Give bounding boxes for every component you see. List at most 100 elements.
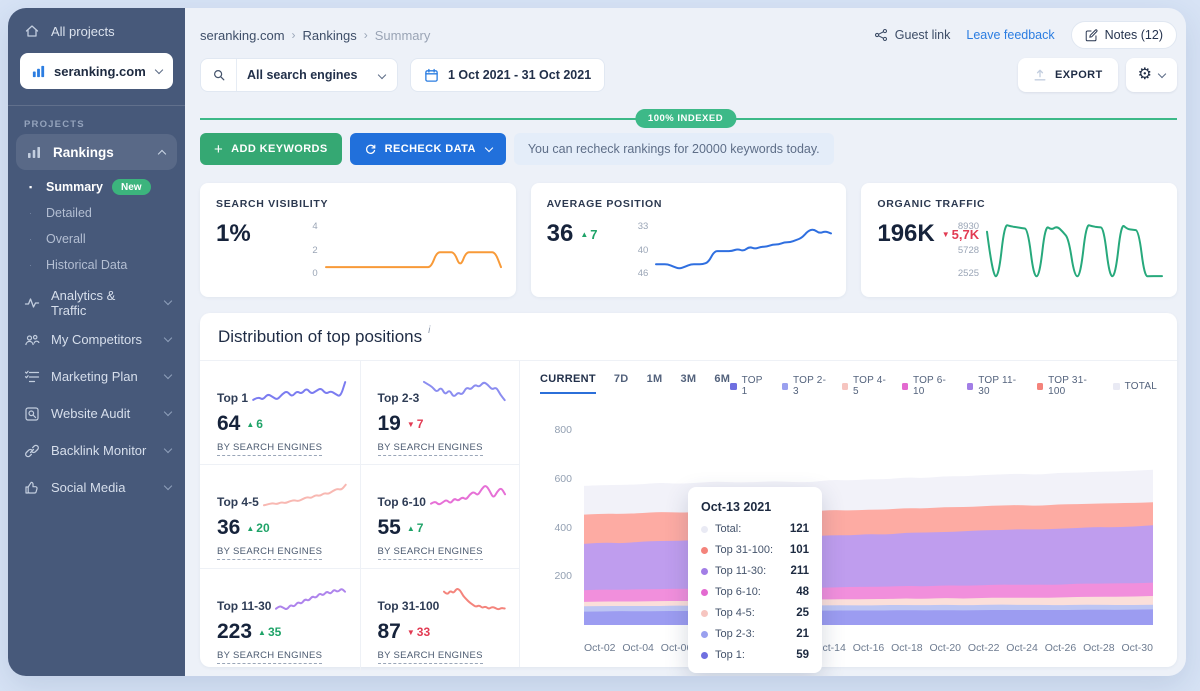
cell-header: Top 4-5 <box>217 478 347 512</box>
app-window: All projects seranking.com PROJECTS Rank… <box>8 8 1186 676</box>
card-title: ORGANIC TRAFFIC <box>877 198 1161 210</box>
card-title: AVERAGE POSITION <box>547 198 831 210</box>
info-icon[interactable]: i <box>428 325 430 336</box>
up-arrow-icon: ▲ <box>580 230 588 239</box>
export-button[interactable]: EXPORT <box>1018 58 1118 92</box>
legend-item[interactable]: TOP 4-5 <box>842 375 889 397</box>
delta-value: 35 <box>268 625 281 639</box>
axis-tick-label: 46 <box>638 268 649 279</box>
tab-3m[interactable]: 3M <box>680 373 696 394</box>
legend-swatch <box>1113 383 1120 390</box>
thumbs-up-icon <box>24 480 40 496</box>
leave-feedback-link[interactable]: Leave feedback <box>966 28 1054 42</box>
legend-item[interactable]: TOP 11-30 <box>967 375 1024 397</box>
by-search-engines-link[interactable]: BY SEARCH ENGINES <box>378 650 483 664</box>
x-axis-labels: Oct-02Oct-04Oct-06Oct-08Oct-10Oct-12Oct-… <box>584 642 1153 654</box>
search-button[interactable] <box>201 59 237 91</box>
chevron-down-icon <box>164 371 172 379</box>
legend-item[interactable]: TOP 31-100 <box>1037 375 1100 397</box>
sidebar-item-analytics-traffic[interactable]: Analytics & Traffic <box>8 284 185 321</box>
backlink-icon <box>24 443 40 459</box>
by-search-engines-link[interactable]: BY SEARCH ENGINES <box>378 546 483 560</box>
legend-label: TOP 6-10 <box>913 375 954 397</box>
tooltip-value: 48 <box>796 586 809 598</box>
tooltip-row: Top 4-5:25 <box>701 607 809 619</box>
bullet-icon: · <box>29 260 46 270</box>
guest-link-button[interactable]: Guest link <box>874 28 951 42</box>
tooltip-label: Top 4-5: <box>715 607 796 619</box>
chart-tooltip: Oct-13 2021 Total:121Top 31-100:101Top 1… <box>688 487 822 673</box>
up-arrow-icon: ▲ <box>246 420 254 429</box>
add-keywords-button[interactable]: + ADD KEYWORDS <box>200 133 342 165</box>
sidebar-item-website-audit[interactable]: Website Audit <box>8 395 185 432</box>
by-search-engines-link[interactable]: BY SEARCH ENGINES <box>217 442 322 456</box>
sidebar-item-backlink-monitor[interactable]: Backlink Monitor <box>8 432 185 469</box>
tooltip-value: 25 <box>796 607 809 619</box>
project-selector[interactable]: seranking.com <box>20 53 173 89</box>
axis-tick-label: 33 <box>638 221 649 232</box>
breadcrumb-item-project[interactable]: seranking.com <box>200 28 285 43</box>
tooltip-label: Top 11-30: <box>715 565 790 577</box>
delta-value: 20 <box>256 521 269 535</box>
sidebar-subitem-overall[interactable]: · Overall <box>8 226 185 252</box>
position-cell-top-4-5: Top 4-536▲20BY SEARCH ENGINES <box>200 465 360 568</box>
tab-7d[interactable]: 7D <box>614 373 629 394</box>
by-search-engines-link[interactable]: BY SEARCH ENGINES <box>217 650 322 664</box>
stat-card-search-visibility: SEARCH VISIBILITY 1% 420 <box>200 183 516 297</box>
breadcrumb-item-rankings[interactable]: Rankings <box>303 28 357 43</box>
axis-tick-label: 4 <box>312 221 317 232</box>
all-projects-link[interactable]: All projects <box>8 8 185 49</box>
stacked-area-chart[interactable]: 200400600800 <box>540 413 1153 625</box>
sidebar-subitem-summary[interactable]: ▪ Summary New <box>8 174 185 200</box>
gear-icon: ⚙ <box>1138 67 1152 83</box>
by-search-engines-link[interactable]: BY SEARCH ENGINES <box>378 442 483 456</box>
recheck-label: RECHECK DATA <box>385 143 476 155</box>
bar-chart-icon <box>31 64 46 79</box>
tab-current[interactable]: CURRENT <box>540 373 596 394</box>
legend-item[interactable]: TOP 2-3 <box>782 375 829 397</box>
breadcrumb-separator: › <box>364 28 368 42</box>
delta-value: 7 <box>417 417 424 431</box>
x-axis-label: Oct-04 <box>622 642 654 654</box>
chevron-down-icon <box>378 71 386 79</box>
tooltip-value: 59 <box>796 649 809 661</box>
legend-item[interactable]: TOTAL <box>1113 381 1157 392</box>
settings-button[interactable]: ⚙ <box>1126 58 1177 92</box>
date-range-picker[interactable]: 1 Oct 2021 - 31 Oct 2021 <box>410 58 605 92</box>
breadcrumb-separator: › <box>292 28 296 42</box>
sidebar-item-social-media[interactable]: Social Media <box>8 469 185 506</box>
add-keywords-label: ADD KEYWORDS <box>231 143 327 155</box>
competitors-icon <box>24 332 40 348</box>
sidebar-item-my-competitors[interactable]: My Competitors <box>8 321 185 358</box>
cell-label: Top 6-10 <box>378 495 426 512</box>
cell-delta: ▲7 <box>407 521 424 535</box>
sidebar-subitem-historical-data[interactable]: · Historical Data <box>8 252 185 278</box>
series-dot <box>701 526 708 533</box>
legend-item[interactable]: TOP 1 <box>730 375 768 397</box>
tooltip-label: Top 6-10: <box>715 586 796 598</box>
search-icon <box>212 68 226 82</box>
series-dot <box>701 631 708 638</box>
recheck-info-text: You can recheck rankings for 20000 keywo… <box>514 133 834 165</box>
search-engine-select[interactable]: All search engines <box>200 58 398 92</box>
sidebar-subitem-detailed[interactable]: · Detailed <box>8 200 185 226</box>
cell-value: 19▼7 <box>378 412 507 436</box>
cell-delta: ▼33 <box>407 625 430 639</box>
legend-label: TOTAL <box>1125 381 1157 392</box>
cell-delta: ▲6 <box>246 417 263 431</box>
tooltip-label: Top 1: <box>715 649 796 661</box>
cell-sparkline <box>430 478 506 512</box>
sidebar-item-rankings[interactable]: Rankings <box>16 134 177 170</box>
tab-1m[interactable]: 1M <box>647 373 663 394</box>
by-search-engines-link[interactable]: BY SEARCH ENGINES <box>217 546 322 560</box>
website-audit-icon <box>24 406 40 422</box>
legend-item[interactable]: TOP 6-10 <box>902 375 954 397</box>
cell-number: 36 <box>217 516 240 540</box>
sidebar-item-marketing-plan[interactable]: Marketing Plan <box>8 358 185 395</box>
tooltip-value: 21 <box>796 628 809 640</box>
notes-button[interactable]: Notes (12) <box>1071 21 1177 49</box>
tooltip-row: Total:121 <box>701 523 809 535</box>
recheck-data-button[interactable]: RECHECK DATA <box>350 133 506 165</box>
tab-6m[interactable]: 6M <box>714 373 730 394</box>
down-arrow-icon: ▼ <box>407 628 415 637</box>
